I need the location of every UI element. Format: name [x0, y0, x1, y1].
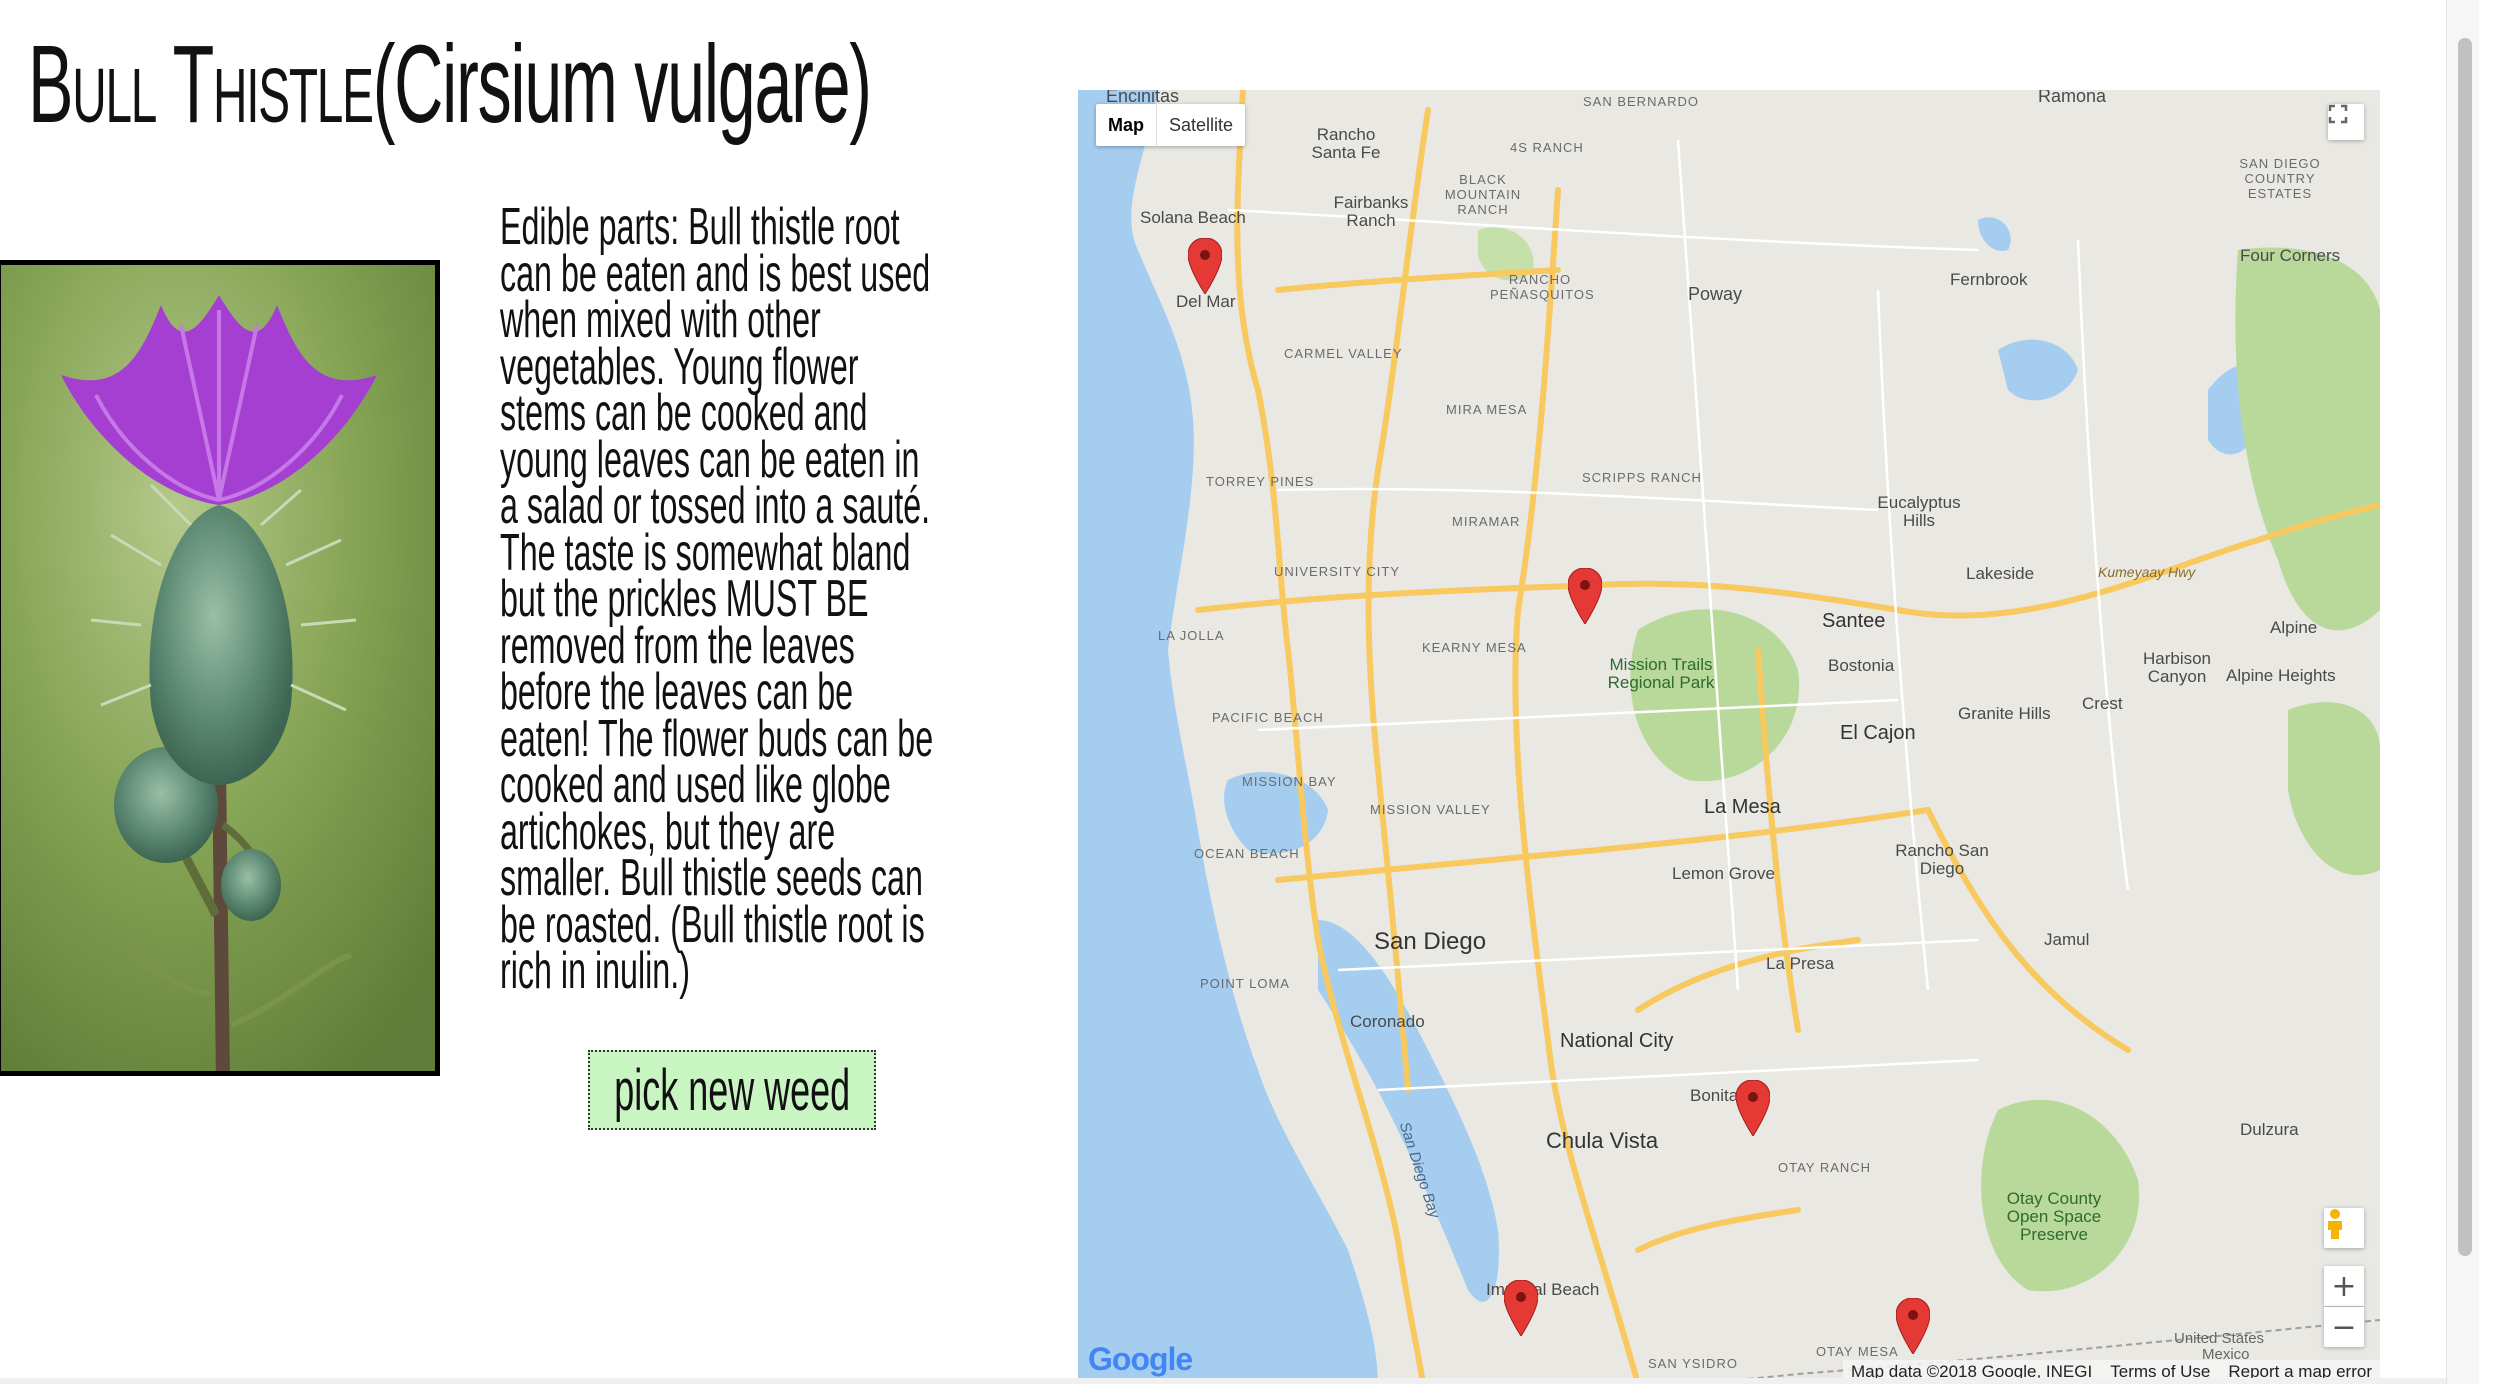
label-four-corners: Four Corners [2240, 246, 2341, 265]
map-marker-icon[interactable] [1504, 1280, 1538, 1336]
edible-description: Edible parts: Bull thistle root can be e… [500, 198, 934, 1000]
fullscreen-button[interactable] [2328, 104, 2364, 140]
label-mission-valley: MISSION VALLEY [1370, 802, 1491, 817]
label-point-loma: POINT LOMA [1200, 976, 1290, 991]
label-miramar: MIRAMAR [1452, 514, 1521, 529]
label-granite-hills: Granite Hills [1958, 704, 2051, 723]
label-chula-vista: Chula Vista [1546, 1128, 1659, 1153]
label-mission-trails: Mission Trails Regional Park [1607, 655, 1715, 692]
label-san-bernardo: SAN BERNARDO [1583, 94, 1700, 109]
label-fernbrook: Fernbrook [1950, 270, 2028, 289]
label-rancho-santa-fe: Rancho Santa Fe [1311, 125, 1381, 162]
label-rancho-san-diego: Rancho San Diego [1895, 841, 1989, 878]
google-logo-text: Google [1088, 1341, 1193, 1377]
label-el-cajon: El Cajon [1840, 722, 1916, 744]
label-santee: Santee [1822, 610, 1886, 632]
map-view[interactable]: Encinitas Ramona SAN BERNARDO Rancho San… [1078, 90, 2380, 1384]
map-type-map-button[interactable]: Map [1096, 104, 1156, 146]
label-sd-country-estates: SAN DIEGO COUNTRY ESTATES [2239, 156, 2321, 201]
label-mira-mesa: MIRA MESA [1446, 402, 1528, 417]
label-ramona: Ramona [2038, 90, 2107, 106]
zoom-in-button[interactable]: + [2324, 1266, 2364, 1306]
thistle-image [1, 265, 435, 1071]
street-view-pegman[interactable] [2324, 1208, 2364, 1248]
weed-photo [0, 260, 440, 1076]
label-san-diego: San Diego [1374, 928, 1487, 955]
label-pacific-beach: PACIFIC BEACH [1212, 710, 1324, 725]
label-otay-county: Otay County Open Space Preserve [2006, 1189, 2102, 1244]
label-mission-bay: MISSION BAY [1242, 774, 1337, 789]
label-carmel-valley: CARMEL VALLEY [1284, 346, 1403, 361]
label-bonita: Bonita [1690, 1086, 1739, 1105]
page-bottom-edge [0, 1378, 2446, 1384]
label-alpine: Alpine [2270, 618, 2318, 637]
map-type-control: Map Satellite [1096, 104, 1246, 146]
map-marker-icon[interactable] [1568, 568, 1602, 624]
map-marker-icon[interactable] [1736, 1080, 1770, 1136]
map-type-satellite-button[interactable]: Satellite [1156, 104, 1245, 146]
label-otay-ranch: OTAY RANCH [1778, 1160, 1872, 1175]
label-4s-ranch: 4S RANCH [1510, 140, 1584, 155]
label-university-city: UNIVERSITY CITY [1274, 564, 1401, 579]
scrollbar-thumb[interactable] [2458, 38, 2472, 1256]
map-marker-icon[interactable] [1896, 1298, 1930, 1354]
label-coronado: Coronado [1350, 1012, 1425, 1031]
label-poway: Poway [1688, 284, 1743, 304]
fullscreen-icon [2328, 104, 2348, 124]
label-la-mesa: La Mesa [1704, 796, 1781, 818]
label-ocean-beach: OCEAN BEACH [1194, 846, 1300, 861]
label-fairbanks-ranch: Fairbanks Ranch [1333, 193, 1409, 230]
pegman-icon [2328, 1209, 2342, 1239]
pick-new-weed-button[interactable]: pick new weed [588, 1050, 876, 1130]
label-black-mountain-ranch: BLACK MOUNTAIN RANCH [1444, 172, 1522, 217]
page-title: Bull Thistle(Cirsium vulgare) [28, 30, 872, 140]
label-del-mar: Del Mar [1176, 292, 1236, 311]
label-la-jolla: LA JOLLA [1158, 628, 1225, 643]
google-logo: Google [1088, 1341, 1193, 1378]
label-crest: Crest [2082, 694, 2123, 713]
label-national-city: National City [1560, 1030, 1674, 1052]
label-imperial-beach: Imperial Beach [1486, 1280, 1600, 1299]
label-eucalyptus-hills: Eucalyptus Hills [1877, 493, 1961, 530]
label-otay-mesa: OTAY MESA [1816, 1344, 1899, 1359]
common-name: Bull Thistle [28, 23, 374, 146]
zoom-out-icon: − [2331, 1309, 2357, 1345]
label-solana-beach: Solana Beach [1140, 208, 1246, 227]
label-bostonia: Bostonia [1828, 656, 1895, 675]
label-torrey-pines: TORREY PINES [1206, 474, 1315, 489]
label-alpine-heights: Alpine Heights [2226, 666, 2336, 685]
label-lemon-grove: Lemon Grove [1672, 864, 1775, 883]
label-la-presa: La Presa [1766, 954, 1835, 973]
zoom-in-icon: + [2331, 1268, 2357, 1304]
label-rancho-penasquitos: RANCHO PEÑASQUITOS [1490, 272, 1595, 302]
label-scripps-ranch: SCRIPPS RANCH [1582, 470, 1702, 485]
map-marker-icon[interactable] [1188, 238, 1222, 294]
latin-name: (Cirsium vulgare) [372, 23, 872, 146]
label-united-states: United States [2174, 1330, 2265, 1347]
label-lakeside: Lakeside [1966, 564, 2035, 583]
label-dulzura: Dulzura [2240, 1120, 2299, 1139]
label-kearny-mesa: KEARNY MESA [1422, 640, 1527, 655]
label-jamul: Jamul [2044, 930, 2090, 949]
label-san-ysidro: SAN YSIDRO [1648, 1356, 1738, 1371]
label-kumeyaay-hwy: Kumeyaay Hwy [2098, 564, 2196, 580]
zoom-out-button[interactable]: − [2324, 1307, 2364, 1347]
pick-new-weed-label: pick new weed [614, 1057, 850, 1123]
label-harbison-canyon: Harbison Canyon [2142, 649, 2212, 686]
